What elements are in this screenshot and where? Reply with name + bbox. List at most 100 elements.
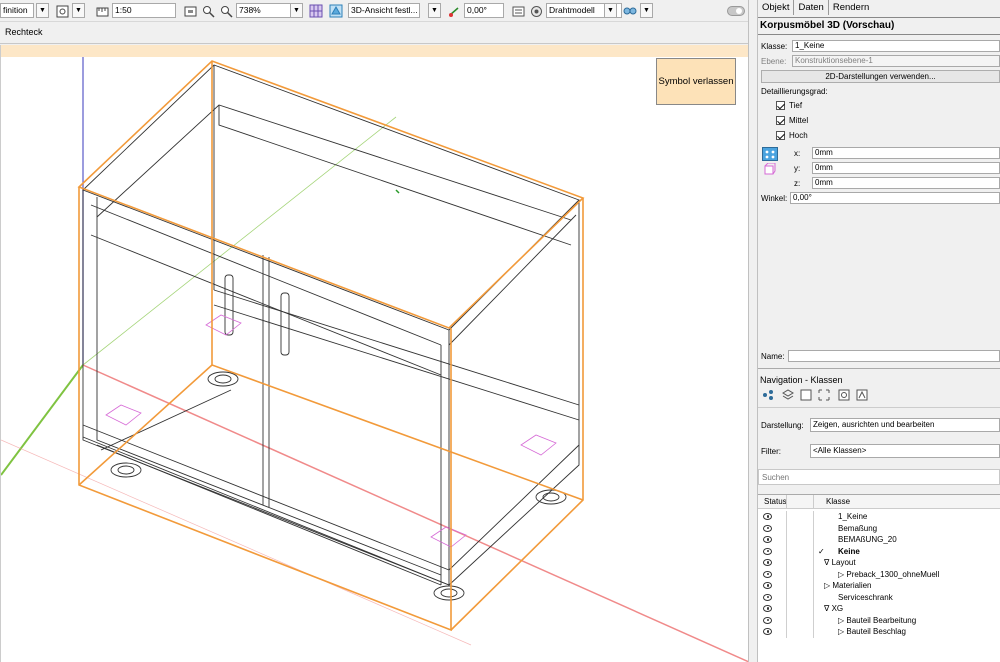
class-row-label: ▷ Preback_1300_ohneMuell bbox=[838, 569, 940, 579]
class-row[interactable]: ▷ Bauteil Bearbeitung bbox=[758, 614, 1000, 627]
render-mode-dropdown[interactable]: ▼ bbox=[604, 3, 617, 18]
references-icon[interactable] bbox=[838, 389, 850, 403]
class-search-input[interactable] bbox=[758, 469, 1000, 485]
layer-field: Konstruktionsebene-1 bbox=[792, 55, 1000, 67]
visibility-eye-icon[interactable] bbox=[763, 536, 772, 543]
class-row-label: ∇ Layout bbox=[824, 558, 856, 567]
angle-label: Winkel: bbox=[761, 194, 788, 203]
angle-field[interactable]: 0,00° bbox=[790, 192, 1000, 204]
insertion-point-icon[interactable] bbox=[762, 147, 778, 161]
class-row[interactable]: ▷ Materialien bbox=[758, 580, 1000, 592]
active-class-check-icon: ✓ bbox=[818, 546, 825, 556]
tab-object[interactable]: Objekt bbox=[758, 0, 795, 15]
visibility-eye-icon[interactable] bbox=[763, 559, 772, 566]
mode-label: Rechteck bbox=[5, 27, 43, 37]
tab-render[interactable]: Rendern bbox=[829, 0, 873, 15]
layer-options-icon[interactable] bbox=[54, 3, 70, 19]
top-toolbar: finition ▼ ▼ 1:50 738% ▼ 3D-Ansicht fest… bbox=[0, 0, 748, 22]
class-row[interactable]: Bemaßung bbox=[758, 522, 1000, 535]
filter-select[interactable]: <Alle Klassen> bbox=[810, 444, 1000, 458]
visibility-eye-icon[interactable] bbox=[763, 628, 772, 635]
navigation-toolbar bbox=[758, 386, 1000, 406]
zoom-objects-icon[interactable] bbox=[200, 3, 216, 19]
view-dropdown[interactable]: ▼ bbox=[428, 3, 441, 18]
class-row[interactable]: BEMAßUNG_20 bbox=[758, 534, 1000, 546]
x-label: x: bbox=[794, 149, 801, 158]
zoom-dropdown[interactable]: ▼ bbox=[290, 3, 303, 18]
symbol-exit-button[interactable]: Symbol verlassen bbox=[656, 58, 736, 105]
toolbar-toggle-icon[interactable] bbox=[726, 3, 746, 19]
zoom-fit-icon[interactable] bbox=[182, 3, 198, 19]
zoom-icon[interactable] bbox=[218, 3, 234, 19]
drawing-viewport[interactable]: Symbol verlassen bbox=[0, 45, 748, 662]
class-row-label: ▷ Materialien bbox=[824, 581, 872, 590]
visibility-eye-icon[interactable] bbox=[763, 605, 772, 612]
class-row[interactable]: ✓ Keine bbox=[758, 545, 1000, 558]
class-row-label: Keine bbox=[838, 546, 860, 556]
camera-dropdown[interactable]: ▼ bbox=[640, 3, 653, 18]
class-row[interactable]: Serviceschrank bbox=[758, 591, 1000, 604]
symbols-icon[interactable] bbox=[856, 389, 868, 403]
layers-icon[interactable] bbox=[782, 389, 794, 403]
class-row[interactable]: ▷ Bauteil Beschlag bbox=[758, 626, 1000, 638]
class-tree-icon[interactable] bbox=[762, 389, 774, 403]
camera-icon[interactable] bbox=[622, 3, 638, 19]
panel-splitter[interactable] bbox=[748, 0, 758, 662]
box-position-icon[interactable] bbox=[764, 162, 776, 175]
class-list-header: Status Klasse bbox=[758, 495, 1000, 509]
filter-label: Filter: bbox=[761, 447, 781, 456]
class-row[interactable]: ∇ Layout bbox=[758, 557, 1000, 569]
use-2d-button[interactable]: 2D-Darstellungen verwenden... bbox=[761, 70, 1000, 83]
grid-icon[interactable] bbox=[308, 3, 324, 19]
mode-toolbar: Rechteck ▼ ▼ bbox=[0, 22, 748, 65]
class-list: Status Klasse 1_Keine Bemaßung BEMAßUNG_20… bbox=[758, 494, 1000, 662]
display-select[interactable]: Zeigen, ausrichten und bearbeiten bbox=[810, 418, 1000, 432]
detail-high-checkbox[interactable]: Hoch bbox=[776, 131, 808, 141]
views-icon[interactable] bbox=[818, 389, 830, 403]
view-field[interactable]: 3D-Ansicht festl... bbox=[348, 3, 420, 18]
visibility-eye-icon[interactable] bbox=[763, 582, 772, 589]
visibility-eye-icon[interactable] bbox=[763, 570, 772, 578]
sheet-icon[interactable] bbox=[800, 389, 812, 403]
name-field[interactable] bbox=[788, 350, 1000, 362]
visibility-eye-icon[interactable] bbox=[763, 593, 772, 601]
class-row-label: 1_Keine bbox=[838, 512, 868, 521]
y-field[interactable]: 0mm bbox=[812, 162, 1000, 174]
info-tabs: Objekt Daten Rendern bbox=[758, 0, 873, 16]
navigation-title: Navigation - Klassen bbox=[760, 375, 843, 385]
visibility-eye-icon[interactable] bbox=[763, 524, 772, 532]
class-label: Klasse: bbox=[761, 42, 788, 51]
detail-low-checkbox[interactable]: Tief bbox=[776, 101, 802, 111]
tab-data[interactable]: Daten bbox=[794, 0, 829, 15]
rotate-angle-icon[interactable] bbox=[446, 3, 462, 19]
cabinet-wireframe bbox=[1, 57, 748, 662]
class-row[interactable]: ▷ Preback_1300_ohneMuell bbox=[758, 568, 1000, 581]
name-label: Name: bbox=[761, 352, 785, 361]
class-field[interactable]: 1_Keine bbox=[792, 40, 1000, 52]
object-info-panel: Objekt Daten Rendern Korpusmöbel 3D (Vorsc… bbox=[758, 0, 1000, 662]
class-row-label: ▷ Bauteil Bearbeitung bbox=[838, 615, 917, 625]
class-row[interactable]: 1_Keine bbox=[758, 511, 1000, 523]
class-row-label: BEMAßUNG_20 bbox=[838, 535, 897, 544]
symbol-exit-label: Symbol verlassen bbox=[658, 76, 734, 87]
visibility-eye-icon[interactable] bbox=[763, 513, 772, 520]
class-column-header[interactable]: Klasse bbox=[826, 495, 850, 509]
y-label: y: bbox=[794, 164, 801, 173]
light-icon[interactable] bbox=[528, 3, 544, 19]
visibility-eye-icon[interactable] bbox=[763, 616, 772, 624]
detail-medium-checkbox[interactable]: Mittel bbox=[776, 116, 808, 126]
z-field[interactable]: 0mm bbox=[812, 177, 1000, 189]
status-column-header[interactable]: Status bbox=[764, 495, 787, 509]
visibility-eye-icon[interactable] bbox=[763, 547, 772, 555]
scale-icon bbox=[94, 3, 110, 19]
x-field[interactable]: 0mm bbox=[812, 147, 1000, 159]
scale-field[interactable]: 1:50 bbox=[112, 3, 176, 18]
definition-field[interactable]: finition bbox=[0, 3, 34, 18]
class-row[interactable]: ∇ XG bbox=[758, 603, 1000, 615]
definition-dropdown[interactable]: ▼ bbox=[36, 3, 49, 18]
angle-field[interactable]: 0,00° bbox=[464, 3, 504, 18]
layer-label: Ebene: bbox=[761, 57, 787, 66]
3d-view-icon[interactable] bbox=[328, 3, 344, 19]
display-label: Darstellung: bbox=[761, 421, 804, 430]
layer-options-dropdown[interactable]: ▼ bbox=[72, 3, 85, 18]
